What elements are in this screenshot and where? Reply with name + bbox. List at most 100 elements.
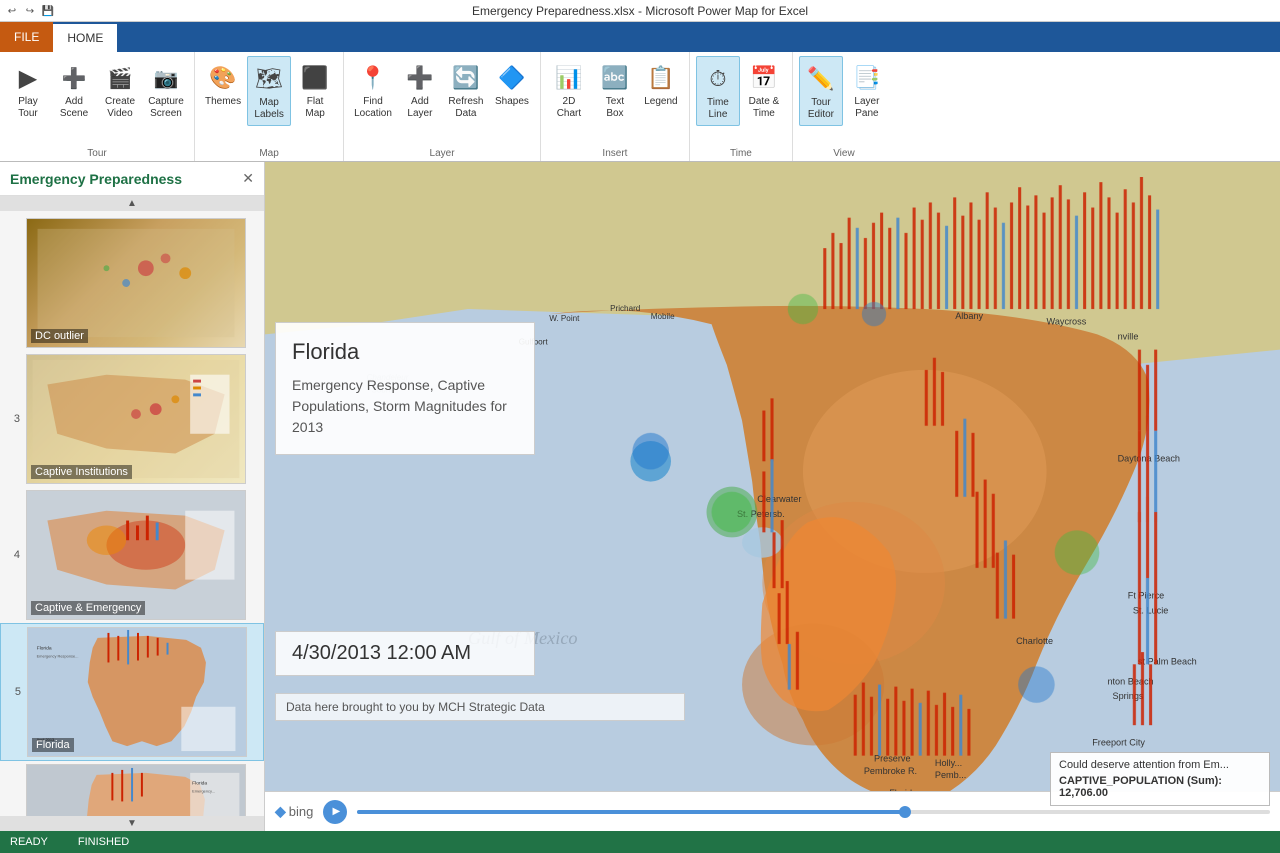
create-video-label: CreateVideo bbox=[105, 96, 135, 120]
flat-map-icon: ⬛ bbox=[301, 60, 328, 96]
tooltip-value: CAPTIVE_POPULATION (Sum): 12,706.00 bbox=[1059, 775, 1261, 799]
ribbon: ▶ PlayTour ➕ AddScene 🎬 CreateVideo 📷 Ca… bbox=[0, 52, 1280, 162]
slide-item-6[interactable]: 6 Florida Emergency... bbox=[0, 761, 264, 816]
title-bar: ↩ ↪ 💾 Emergency Preparedness.xlsx - Micr… bbox=[0, 0, 1280, 22]
scroll-down-btn[interactable]: ▼ bbox=[0, 816, 264, 831]
chart-2d-label: 2DChart bbox=[557, 96, 581, 120]
legend-btn[interactable]: 📋 Legend bbox=[639, 56, 683, 112]
slide-item-captive-inst[interactable]: 3 bbox=[0, 351, 264, 487]
date-time-icon: 📅 bbox=[750, 60, 777, 96]
status-finished: FINISHED bbox=[78, 836, 129, 848]
tour-editor-label: TourEditor bbox=[808, 97, 834, 121]
create-video-btn[interactable]: 🎬 CreateVideo bbox=[98, 56, 142, 124]
flat-map-btn[interactable]: ⬛ FlatMap bbox=[293, 56, 337, 124]
date-text: 4/30/2013 12:00 AM bbox=[292, 642, 518, 665]
ribbon-group-view: ✏️ TourEditor 📑 LayerPane View bbox=[793, 52, 895, 161]
left-panel: Emergency Preparedness ✕ ▲ bbox=[0, 162, 265, 831]
refresh-data-btn[interactable]: 🔄 RefreshData bbox=[444, 56, 488, 124]
map-area[interactable]: Gulf of Mexico Clearwater St. Petersb. F… bbox=[265, 162, 1280, 831]
date-time-label: Date &Time bbox=[749, 96, 780, 120]
tooltip-title: Could deserve attention from Em... bbox=[1059, 759, 1261, 771]
tour-group-label: Tour bbox=[6, 148, 188, 161]
play-tour-btn[interactable]: ▶ PlayTour bbox=[6, 56, 50, 124]
refresh-data-icon: 🔄 bbox=[452, 60, 479, 96]
svg-text:Emergency...: Emergency... bbox=[192, 789, 215, 794]
map-labels-btn[interactable]: 🗺 MapLabels bbox=[247, 56, 291, 126]
date-time-btn[interactable]: 📅 Date &Time bbox=[742, 56, 786, 124]
play-tour-icon: ▶ bbox=[19, 60, 37, 96]
slide-item-florida[interactable]: 5 bbox=[0, 623, 264, 761]
svg-text:nton Beach: nton Beach bbox=[1107, 677, 1153, 687]
svg-text:Holly...: Holly... bbox=[935, 758, 962, 768]
slides-list: DC outlier 3 bbox=[0, 211, 264, 816]
panel-title: Emergency Preparedness bbox=[10, 171, 182, 187]
save-btn[interactable]: 💾 bbox=[40, 3, 56, 19]
capture-screen-icon: 📷 bbox=[154, 60, 179, 96]
shapes-btn[interactable]: 🔷 Shapes bbox=[490, 56, 534, 112]
info-title: Florida bbox=[292, 339, 518, 365]
text-box-icon: 🔤 bbox=[601, 60, 628, 96]
slide-label-captive-inst: Captive Institutions bbox=[31, 465, 132, 479]
svg-text:Ft Pierce: Ft Pierce bbox=[1128, 590, 1165, 600]
window-controls[interactable]: ↩ ↪ 💾 bbox=[0, 0, 56, 22]
ribbon-group-time: ⏱ TimeLine 📅 Date &Time Time bbox=[690, 52, 793, 161]
svg-text:nville: nville bbox=[1118, 331, 1139, 341]
slide-thumbnail-captive-emerg: Captive & Emergency bbox=[26, 490, 246, 620]
tour-editor-btn[interactable]: ✏️ TourEditor bbox=[799, 56, 843, 126]
ribbon-tabs: FILE HOME bbox=[0, 22, 1280, 52]
map-buttons: 🎨 Themes 🗺 MapLabels ⬛ FlatMap bbox=[201, 56, 337, 148]
find-location-icon: 📍 bbox=[359, 60, 386, 96]
2d-chart-btn[interactable]: 📊 2DChart bbox=[547, 56, 591, 124]
slide-number-4: 4 bbox=[6, 549, 20, 561]
slide-item-captive-emergency[interactable]: 4 bbox=[0, 487, 264, 623]
scroll-up-btn[interactable]: ▲ bbox=[0, 196, 264, 211]
data-credit-text: Data here brought to you by MCH Strategi… bbox=[286, 700, 545, 714]
slide-item-dc-outlier[interactable]: DC outlier bbox=[0, 215, 264, 351]
add-scene-btn[interactable]: ➕ AddScene bbox=[52, 56, 96, 124]
add-layer-btn[interactable]: ➕ AddLayer bbox=[398, 56, 442, 124]
play-button[interactable] bbox=[323, 800, 347, 824]
map-labels-label: MapLabels bbox=[254, 97, 283, 121]
themes-btn[interactable]: 🎨 Themes bbox=[201, 56, 245, 112]
themes-icon: 🎨 bbox=[209, 60, 236, 96]
svg-text:Florida: Florida bbox=[37, 646, 52, 652]
view-group-label: View bbox=[799, 148, 889, 161]
panel-close-btn[interactable]: ✕ bbox=[242, 170, 254, 187]
slide-label-dc: DC outlier bbox=[31, 329, 88, 343]
chart-2d-icon: 📊 bbox=[555, 60, 582, 96]
timeline-progress bbox=[357, 810, 905, 814]
svg-text:Florida: Florida bbox=[192, 781, 207, 787]
slide-number-5: 5 bbox=[7, 686, 21, 698]
capture-screen-label: CaptureScreen bbox=[148, 96, 184, 120]
redo-btn[interactable]: ↪ bbox=[22, 3, 38, 19]
layer-pane-btn[interactable]: 📑 LayerPane bbox=[845, 56, 889, 124]
data-credit: Data here brought to you by MCH Strategi… bbox=[275, 693, 685, 721]
info-description: Emergency Response, Captive Populations,… bbox=[292, 375, 518, 438]
create-video-icon: 🎬 bbox=[108, 60, 133, 96]
status-ready: READY bbox=[10, 836, 48, 848]
main-content: Emergency Preparedness ✕ ▲ bbox=[0, 162, 1280, 831]
slide-thumbnail-captive-inst: Captive Institutions bbox=[26, 354, 246, 484]
slide-thumbnail-dc: DC outlier bbox=[26, 218, 246, 348]
tab-file[interactable]: FILE bbox=[0, 22, 53, 52]
insert-buttons: 📊 2DChart 🔤 TextBox 📋 Legend bbox=[547, 56, 683, 148]
info-box: Florida Emergency Response, Captive Popu… bbox=[275, 322, 535, 455]
find-location-btn[interactable]: 📍 FindLocation bbox=[350, 56, 396, 124]
text-box-btn[interactable]: 🔤 TextBox bbox=[593, 56, 637, 124]
svg-text:Albany: Albany bbox=[955, 311, 983, 321]
themes-label: Themes bbox=[205, 96, 241, 108]
svg-text:Mobile: Mobile bbox=[651, 312, 675, 321]
add-layer-label: AddLayer bbox=[407, 96, 432, 120]
time-line-icon: ⏱ bbox=[709, 61, 726, 97]
undo-btn[interactable]: ↩ bbox=[4, 3, 20, 19]
window-title: Emergency Preparedness.xlsx - Microsoft … bbox=[472, 4, 808, 18]
timeline-slider[interactable] bbox=[357, 810, 1270, 814]
flat-map-label: FlatMap bbox=[305, 96, 324, 120]
ribbon-group-layer: 📍 FindLocation ➕ AddLayer 🔄 RefreshData … bbox=[344, 52, 541, 161]
tab-home[interactable]: HOME bbox=[53, 24, 117, 52]
insert-group-label: Insert bbox=[547, 148, 683, 161]
time-line-btn[interactable]: ⏱ TimeLine bbox=[696, 56, 740, 126]
capture-screen-btn[interactable]: 📷 CaptureScreen bbox=[144, 56, 188, 124]
bing-logo: ◆ bing bbox=[275, 803, 313, 820]
shapes-icon: 🔷 bbox=[498, 60, 525, 96]
